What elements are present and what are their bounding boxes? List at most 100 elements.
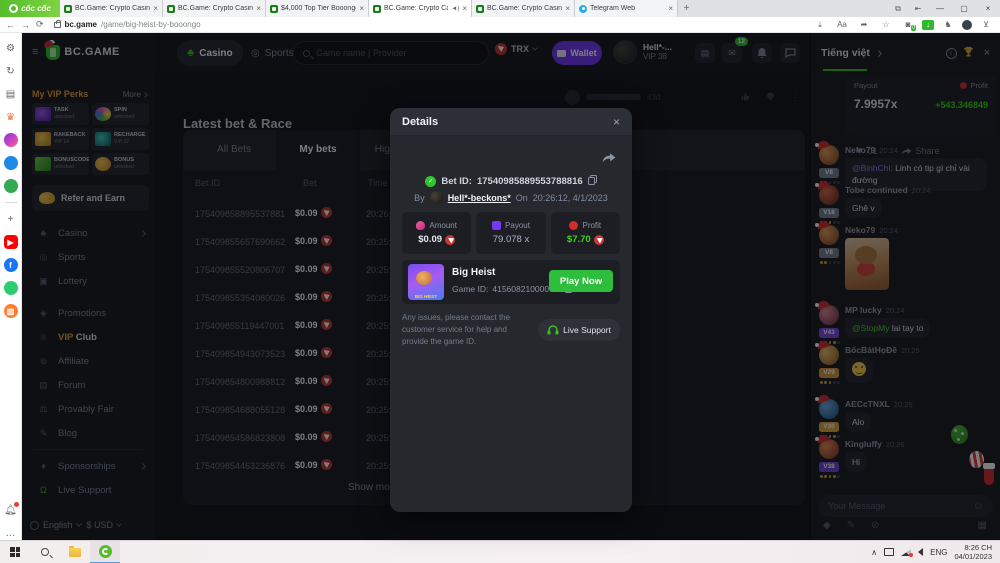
- messenger-icon[interactable]: [3, 133, 18, 147]
- translate-icon[interactable]: Aa: [834, 20, 850, 29]
- network-tray-icon[interactable]: [901, 548, 914, 557]
- add-icon[interactable]: +: [4, 212, 18, 226]
- browser-tab[interactable]: Telegram Web ×: [575, 0, 678, 17]
- coccoc-icon: [98, 544, 112, 558]
- pin-sidebar-icon[interactable]: ⇤: [908, 0, 928, 17]
- settings-gear-icon[interactable]: ⚙: [4, 41, 18, 55]
- start-button[interactable]: [0, 541, 30, 563]
- amount-icon: [416, 221, 426, 230]
- folder-icon: [69, 545, 81, 557]
- browser-tab[interactable]: BC.Game: Crypto Casino Ga×: [60, 0, 163, 17]
- verified-check-icon: ✓: [425, 175, 437, 187]
- bettor-username[interactable]: Hell*-beckons*: [448, 193, 511, 203]
- adblock-shield-icon[interactable]: ◙ 0: [900, 20, 916, 31]
- file-explorer-button[interactable]: [60, 541, 90, 563]
- profit-stat-card: Profit $7.70: [550, 212, 620, 254]
- bcgame-favicon: [476, 4, 484, 13]
- telegram-favicon: [579, 4, 587, 13]
- page-viewport: ⚙ ↻ ▤ ♛ + ▶ f ▥ 🔔︎ … ≡ BC.GAME My VIP Pe…: [0, 33, 1000, 540]
- payout-icon: [492, 221, 502, 230]
- tab-audio-icon[interactable]: ◄): [451, 6, 459, 12]
- live-support-button[interactable]: Live Support: [538, 319, 620, 341]
- share-icon[interactable]: [602, 151, 616, 169]
- tab-close-icon[interactable]: ×: [462, 4, 467, 13]
- coccoc-brand-button[interactable]: cốc cốc: [0, 0, 60, 17]
- coccoc-sidebar: ⚙ ↻ ▤ ♛ + ▶ f ▥ 🔔︎ …: [0, 33, 22, 540]
- save-page-icon[interactable]: ⤓: [812, 20, 828, 30]
- modal-close-icon[interactable]: ×: [613, 115, 620, 129]
- downloads-tray-icon[interactable]: ⊻: [978, 20, 994, 29]
- search-icon: [41, 548, 49, 556]
- analytics-icon[interactable]: [3, 156, 18, 170]
- taskbar-search-button[interactable]: [30, 541, 60, 563]
- youtube-icon[interactable]: ▶: [3, 235, 18, 249]
- browser-tab-bar: cốc cốc BC.Game: Crypto Casino Ga× BC.Ga…: [0, 0, 1000, 17]
- cart-icon[interactable]: ▥: [3, 304, 18, 318]
- tab-close-icon[interactable]: ×: [256, 4, 261, 13]
- tab-close-icon[interactable]: ×: [359, 4, 364, 13]
- tab-close-icon[interactable]: ×: [153, 4, 158, 13]
- trx-coin-icon: [445, 234, 456, 245]
- extension-icon[interactable]: ♞: [940, 20, 956, 29]
- browser-address-bar: ← → ⟳ bc.game/game/big-heist-by-booongo …: [0, 17, 1000, 33]
- back-button[interactable]: ←: [6, 20, 15, 30]
- browser-tab[interactable]: $4,000 Top Tier Booongo M×: [266, 0, 369, 17]
- modal-title: Details: [402, 115, 439, 128]
- taskbar-clock[interactable]: 8:26 CH 04/01/2023: [954, 543, 992, 562]
- bookmark-star-icon[interactable]: ☆: [878, 20, 894, 29]
- copy-icon[interactable]: [587, 172, 597, 190]
- game-card: Big Heist Game ID:4156082100006... Play …: [402, 260, 620, 304]
- browser-tab[interactable]: BC.Game: Crypto Casino Ga×: [472, 0, 575, 17]
- url-field[interactable]: bc.game/game/big-heist-by-booongo: [50, 19, 806, 31]
- bettor-avatar: [429, 191, 443, 204]
- share-icon[interactable]: ➦: [856, 20, 872, 29]
- zalo-icon[interactable]: [3, 281, 18, 295]
- new-tab-button[interactable]: +: [678, 0, 695, 17]
- crown-icon[interactable]: ♛: [4, 110, 18, 124]
- support-note: Any issues, please contact the customer …: [402, 313, 511, 346]
- windows-logo-icon: [10, 547, 20, 557]
- forward-button[interactable]: →: [21, 20, 30, 30]
- volume-tray-icon[interactable]: [918, 548, 924, 556]
- display-tray-icon[interactable]: [884, 548, 895, 556]
- lock-icon[interactable]: [53, 19, 61, 28]
- amount-stat-card: Amount $0.09: [402, 212, 472, 254]
- notifications-bell-icon[interactable]: 🔔︎: [4, 502, 19, 517]
- bcgame-favicon: [270, 4, 278, 13]
- coccoc-taskbar-button[interactable]: [90, 540, 120, 563]
- bet-id-value: 17540985889553788816: [476, 175, 583, 187]
- sidebar-divider: [4, 202, 17, 203]
- input-language-indicator[interactable]: ENG: [930, 548, 947, 557]
- browser-tab-active[interactable]: BC.Game: Crypto Casino◄)×: [369, 0, 472, 17]
- bcgame-favicon: [64, 4, 72, 13]
- refresh-button[interactable]: ⟳: [36, 19, 44, 30]
- browser-profile-avatar[interactable]: [962, 19, 972, 30]
- history-icon[interactable]: ↻: [4, 64, 18, 78]
- window-close-button[interactable]: ×: [976, 0, 1000, 17]
- browser-tab[interactable]: BC.Game: Crypto Casino Ga×: [163, 0, 266, 17]
- game-name: Big Heist: [452, 267, 496, 278]
- coccoc-logo-icon: [9, 4, 19, 13]
- downloader-extension-icon[interactable]: ↓: [922, 19, 934, 30]
- window-maximize-button[interactable]: ▢: [952, 0, 976, 17]
- reading-list-icon[interactable]: ▤: [4, 87, 18, 101]
- facebook-icon[interactable]: f: [3, 258, 18, 272]
- more-icon[interactable]: …: [4, 526, 18, 540]
- window-minimize-button[interactable]: —: [928, 0, 952, 17]
- bcgame-favicon: [373, 4, 381, 13]
- payout-stat-card: Payout 79.078 x: [476, 212, 546, 254]
- trx-coin-icon: [593, 234, 604, 245]
- big-heist-thumbnail[interactable]: [408, 264, 444, 300]
- tab-close-icon[interactable]: ×: [565, 4, 570, 13]
- profit-icon: [569, 221, 579, 230]
- bet-details-modal: Details × ✓ Bet ID: 17540985889553788816…: [390, 108, 632, 512]
- tab-close-icon[interactable]: ×: [668, 4, 673, 13]
- tabbar-spacer: [695, 0, 888, 17]
- bcgame-favicon: [167, 4, 175, 13]
- tray-expand-icon[interactable]: ∧: [871, 548, 877, 557]
- cast-icon[interactable]: ⧉: [888, 0, 908, 17]
- games-icon[interactable]: [3, 179, 18, 193]
- windows-taskbar: ∧ ENG 8:26 CH 04/01/2023: [0, 540, 1000, 563]
- bet-datetime: 20:26:12, 4/1/2023: [532, 192, 608, 203]
- play-now-button[interactable]: Play Now: [549, 270, 613, 292]
